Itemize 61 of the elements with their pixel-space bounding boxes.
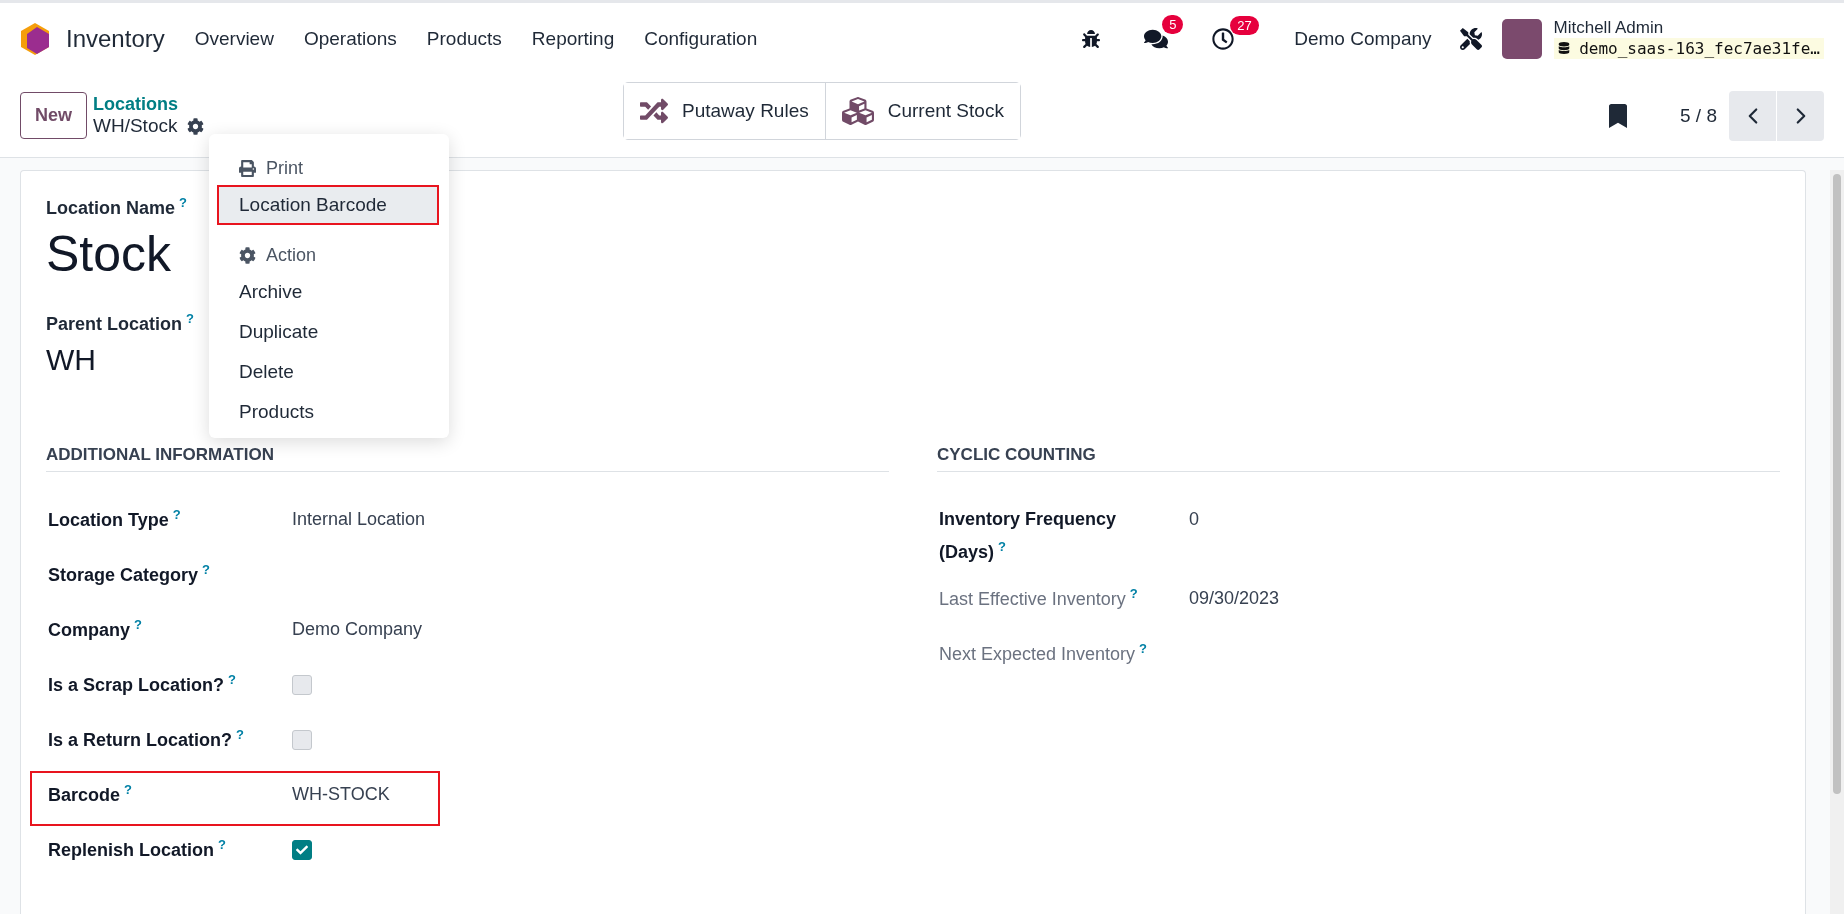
- breadcrumb-link[interactable]: Locations: [93, 94, 205, 115]
- field-label: Replenish Location $^{?}$: [48, 836, 227, 862]
- menu-item[interactable]: Overview: [194, 27, 274, 50]
- menu-item[interactable]: Reporting: [531, 27, 615, 50]
- field-label: Location Name $^{?}$: [46, 195, 187, 219]
- checkbox[interactable]: [292, 840, 312, 860]
- cubes-icon: [841, 95, 874, 127]
- clock-icon[interactable]: [1212, 27, 1235, 50]
- database-name: demo_saas-163_fec7ae31fe…: [1553, 38, 1824, 59]
- message-count-badge: 5: [1162, 14, 1184, 34]
- parent-location-value[interactable]: WH: [46, 343, 96, 377]
- menu-section-title: Print: [209, 152, 449, 185]
- field-label: Storage Category $^{?}$: [48, 561, 211, 587]
- field-label: Last Effective Inventory $^{?}$: [939, 585, 1139, 611]
- menu-item[interactable]: Operations: [303, 27, 397, 50]
- field-value: Internal Location: [292, 509, 426, 529]
- new-button[interactable]: New: [20, 92, 87, 139]
- field-label: Inventory Frequency (Days) $^{?}$: [939, 508, 1118, 564]
- field-value: Demo Company: [292, 619, 423, 639]
- printer-icon: [239, 160, 256, 177]
- checkbox[interactable]: [292, 730, 312, 750]
- menu-item[interactable]: Products: [426, 27, 502, 50]
- field-label: Location Type $^{?}$: [48, 506, 182, 532]
- app-logo-icon[interactable]: [20, 21, 50, 56]
- checkbox[interactable]: [292, 675, 312, 695]
- field-label: Next Expected Inventory $^{?}$: [939, 640, 1149, 666]
- dropdown-item[interactable]: Products: [217, 392, 439, 432]
- app-name[interactable]: Inventory: [66, 24, 165, 53]
- dropdown-item[interactable]: Location Barcode: [217, 185, 439, 225]
- pager-value[interactable]: 5 / 8: [1680, 104, 1717, 127]
- scrollbar[interactable]: [1830, 170, 1844, 914]
- dropdown-item[interactable]: Duplicate: [217, 312, 439, 352]
- user-avatar[interactable]: [1501, 18, 1542, 59]
- smart-button[interactable]: Current Stock: [824, 83, 1020, 139]
- gear-icon: [239, 247, 256, 264]
- user-name[interactable]: Mitchell Admin: [1553, 18, 1824, 38]
- checkmark-icon: [296, 844, 308, 856]
- field-label: Company $^{?}$: [48, 616, 143, 642]
- field-value: 0: [1189, 509, 1199, 529]
- field-value: 09/30/2023: [1189, 588, 1280, 608]
- field-label: Is a Return Location? $^{?}$: [48, 726, 245, 752]
- dropdown-item[interactable]: Delete: [217, 352, 439, 392]
- settings-icon[interactable]: [187, 117, 205, 135]
- breadcrumb-current: WH/Stock: [93, 115, 178, 137]
- tools-icon[interactable]: [1459, 27, 1482, 50]
- section-title: ADDITIONAL INFORMATION: [46, 445, 889, 472]
- field-label: Is a Scrap Location? $^{?}$: [48, 671, 237, 697]
- dropdown-item[interactable]: Archive: [217, 272, 439, 312]
- database-icon: [1557, 42, 1570, 54]
- field-value: WH-STOCK: [292, 784, 390, 804]
- bug-icon[interactable]: [1082, 29, 1101, 48]
- activity-count-badge: 27: [1230, 15, 1259, 35]
- shuffle-icon: [640, 97, 668, 125]
- field-label: Barcode $^{?}$: [48, 781, 133, 807]
- section-title: CYCLIC COUNTING: [937, 445, 1780, 472]
- location-name-value[interactable]: Stock: [46, 225, 172, 283]
- company-name[interactable]: Demo Company: [1294, 27, 1432, 50]
- field-label: Parent Location $^{?}$: [46, 311, 194, 335]
- menu-item[interactable]: Configuration: [644, 27, 758, 50]
- bookmark-icon[interactable]: [1606, 103, 1630, 128]
- menu-section-title: Action: [209, 239, 449, 272]
